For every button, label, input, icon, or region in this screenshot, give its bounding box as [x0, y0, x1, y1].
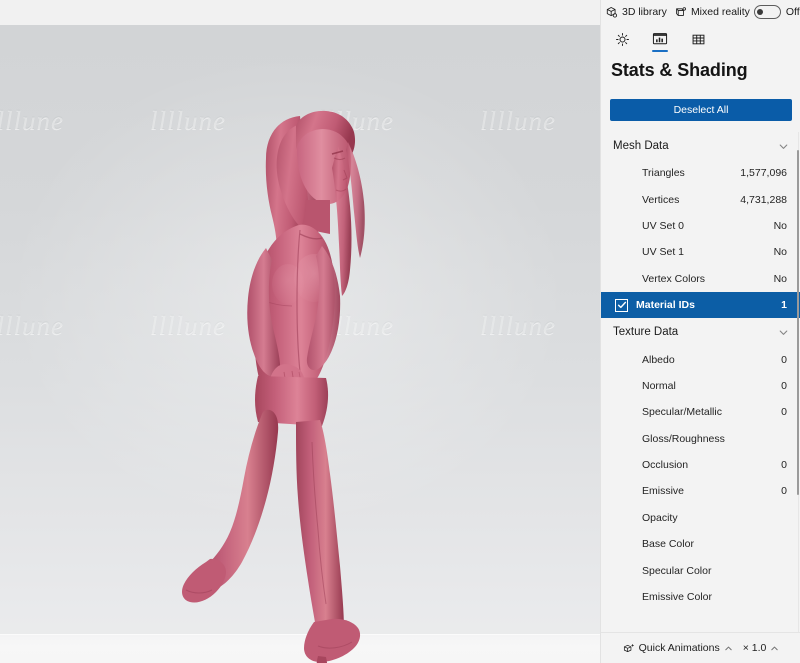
property-value: No [773, 219, 787, 232]
property-row-specular-color[interactable]: Specular Color [601, 557, 800, 583]
checkmark-icon [617, 301, 626, 309]
property-row-uv-set-0[interactable]: UV Set 0 No [601, 213, 800, 239]
chevron-down-icon [779, 143, 788, 149]
viewport-stage[interactable]: llllune llllune llllune llllune llllune … [0, 25, 600, 663]
animation-speed-control[interactable]: × 1.0 [743, 642, 780, 654]
property-row-albedo[interactable]: Albedo 0 [601, 346, 800, 372]
property-value: 0 [781, 485, 787, 498]
chevron-up-icon [771, 646, 779, 650]
chevron-up-icon [725, 646, 732, 650]
tab-grid[interactable] [687, 27, 709, 51]
grid-icon [692, 34, 704, 44]
property-label: Base Color [642, 538, 694, 551]
property-row-emissive[interactable]: Emissive 0 [601, 478, 800, 504]
property-value: No [773, 272, 787, 285]
model-container[interactable] [0, 50, 600, 663]
property-label: Specular/Metallic [642, 406, 722, 419]
properties-scroll-area[interactable]: Mesh Data Triangles 1,577,096 Vertices 4… [601, 132, 800, 632]
quick-animations-label: Quick Animations [638, 642, 720, 654]
property-row-emissive-color[interactable]: Emissive Color [601, 584, 800, 610]
bust-highlight-2 [272, 264, 304, 304]
property-label: Triangles [642, 167, 685, 180]
property-label: Albedo [642, 353, 675, 366]
property-row-specular-metallic[interactable]: Specular/Metallic 0 [601, 399, 800, 425]
property-label: UV Set 1 [642, 246, 685, 259]
property-row-opacity[interactable]: Opacity [601, 505, 800, 531]
status-bar: Quick Animations × 1.0 [601, 632, 800, 663]
mixed-reality-toggle[interactable] [753, 5, 781, 19]
tab-lighting[interactable] [611, 27, 633, 51]
character-model[interactable] [0, 50, 600, 663]
property-value: 0 [781, 406, 787, 419]
property-label: Occlusion [642, 459, 689, 472]
right-panel: 3D library Mixed reality Off Stats & Sha… [600, 0, 800, 663]
property-label: Specular Color [642, 564, 712, 577]
animation-speed-label: × 1.0 [742, 642, 767, 654]
property-row-base-color[interactable]: Base Color [601, 531, 800, 557]
leg-right [296, 420, 344, 630]
mixed-reality-label: Mixed reality [690, 5, 750, 18]
property-row-vertices[interactable]: Vertices 4,731,288 [601, 186, 800, 212]
3d-library-label: 3D library [622, 5, 667, 18]
property-row-material-ids[interactable]: Material IDs 1 [601, 291, 800, 319]
scrollbar-thumb[interactable] [797, 150, 799, 495]
property-label: Gloss/Roughness [642, 432, 725, 445]
toggle-knob [757, 8, 764, 15]
property-value: 0 [781, 353, 787, 366]
deselect-all-button[interactable]: Deselect All [610, 99, 792, 121]
property-label: UV Set 0 [642, 219, 685, 232]
property-row-occlusion[interactable]: Occlusion 0 [601, 452, 800, 478]
quick-animations-control[interactable]: Quick Animations [623, 642, 733, 654]
page-title: Stats & Shading [611, 60, 748, 80]
section-title: Mesh Data [613, 140, 669, 152]
panel-top-bar: 3D library Mixed reality Off [601, 0, 800, 24]
property-row-uv-set-1[interactable]: UV Set 1 No [601, 239, 800, 265]
property-value: No [773, 246, 787, 259]
tab-underline [652, 50, 668, 52]
3d-viewport[interactable]: llllune llllune llllune llllune llllune … [0, 0, 600, 663]
property-label: Emissive Color [642, 591, 713, 604]
mixed-reality-control[interactable]: Mixed reality Off [674, 5, 800, 19]
sun-icon [615, 32, 629, 46]
property-row-gloss-roughness[interactable]: Gloss/Roughness [601, 426, 800, 452]
boot-right [304, 618, 361, 662]
mixed-reality-icon [676, 6, 686, 16]
chevron-down-icon [779, 330, 788, 335]
property-label: Opacity [642, 511, 678, 524]
property-label: Normal [642, 379, 676, 392]
property-row-normal[interactable]: Normal 0 [601, 373, 800, 399]
property-value: 0 [781, 379, 787, 392]
tab-stats-shading[interactable] [649, 27, 671, 52]
property-value: 1,577,096 [740, 167, 787, 180]
property-row-vertex-colors[interactable]: Vertex Colors No [601, 266, 800, 292]
viewport-top-band [0, 0, 600, 25]
property-value: 4,731,288 [740, 193, 787, 206]
panel-tab-row [601, 24, 800, 54]
property-label: Emissive [642, 485, 685, 498]
cube-icon [606, 6, 618, 18]
3d-library-button[interactable]: 3D library [605, 6, 667, 19]
property-label: Vertex Colors [642, 272, 706, 285]
mixed-reality-state: Off [785, 5, 800, 18]
section-title: Texture Data [613, 326, 679, 339]
property-value: 1 [781, 299, 787, 312]
boot-left [182, 558, 226, 603]
section-header-mesh-data[interactable]: Mesh Data [601, 132, 800, 160]
stats-chart-icon [652, 33, 668, 45]
property-row-triangles[interactable]: Triangles 1,577,096 [601, 160, 800, 186]
property-label: Material IDs [636, 299, 695, 312]
property-value: 0 [781, 459, 787, 472]
animation-icon [623, 644, 634, 652]
material-ids-checkbox[interactable] [615, 298, 628, 312]
app-window: llllune llllune llllune llllune llllune … [0, 0, 800, 663]
section-header-texture-data[interactable]: Texture Data [601, 318, 800, 346]
property-label: Vertices [642, 193, 680, 206]
